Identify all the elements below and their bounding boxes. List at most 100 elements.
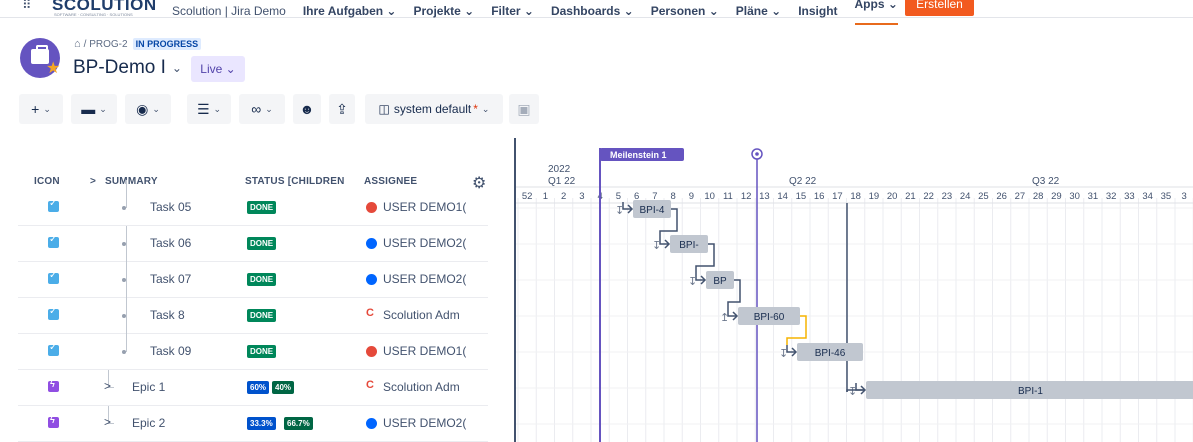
epic-type-icon bbox=[48, 415, 59, 428]
tree-line bbox=[126, 226, 127, 262]
page-title-text: BP-Demo I bbox=[73, 57, 166, 78]
home-icon[interactable]: ⌂ bbox=[74, 38, 81, 50]
summary-text[interactable]: Epic 2 bbox=[132, 416, 165, 430]
columns-icon: ◫ bbox=[378, 102, 390, 116]
progress-lozenge-done: 66.7% bbox=[284, 417, 313, 430]
today-marker-dot bbox=[755, 152, 759, 156]
week-label: 16 bbox=[814, 191, 825, 202]
gantt-bar-label: BPI- bbox=[679, 240, 698, 251]
column-header-summary[interactable]: SUMMARY bbox=[105, 176, 158, 187]
list-icon: ☰ bbox=[196, 100, 210, 117]
gantt-chart[interactable]: 2022Q1 22Q2 22Q3 22521234567891011121314… bbox=[514, 138, 1193, 442]
week-label: 8 bbox=[670, 191, 675, 202]
nav-item-insight[interactable]: Insight bbox=[798, 4, 837, 18]
folder-button[interactable]: ▬ ⌄ bbox=[71, 94, 117, 124]
table-row[interactable]: > Epic 1 60% 40% C Scolution Adm bbox=[18, 370, 488, 406]
tree-line bbox=[126, 334, 127, 352]
nav-item-people[interactable]: Personen ⌄ bbox=[651, 4, 719, 18]
nav-item-dashboards[interactable]: Dashboards ⌄ bbox=[551, 4, 634, 18]
assignee: USER DEMO1( bbox=[366, 200, 466, 214]
assignee-name: USER DEMO1( bbox=[383, 344, 466, 358]
status-lozenge: DONE bbox=[247, 309, 277, 322]
column-header-icon[interactable]: ICON bbox=[34, 176, 60, 187]
week-label: 34 bbox=[1142, 191, 1153, 202]
week-label: 52 bbox=[522, 191, 533, 202]
task-type-icon bbox=[48, 270, 59, 284]
link-button[interactable]: ∞ ⌄ bbox=[239, 94, 285, 124]
apps-grid-icon[interactable]: ⠿ bbox=[22, 0, 32, 11]
nav-item-site[interactable]: Scolution | Jira Demo bbox=[172, 4, 286, 18]
nav-item-projects[interactable]: Projekte ⌄ bbox=[413, 4, 474, 18]
chevron-right-icon[interactable]: > bbox=[104, 379, 111, 393]
create-button[interactable]: Erstellen bbox=[905, 0, 974, 16]
visibility-button[interactable]: ◉ ⌄ bbox=[125, 94, 171, 124]
gantt-bar-label: BPI-4 bbox=[639, 205, 664, 216]
summary-text[interactable]: Task 8 bbox=[150, 308, 185, 322]
nav-item-plans[interactable]: Pläne ⌄ bbox=[736, 4, 781, 18]
progress-lozenge-done: 40% bbox=[272, 381, 295, 394]
nav-item-my-tasks[interactable]: Ihre Aufgaben ⌄ bbox=[303, 4, 397, 18]
summary-text[interactable]: Task 07 bbox=[150, 272, 191, 286]
gantt-bar-label: BPI-46 bbox=[815, 348, 846, 359]
tree-node-dot bbox=[122, 242, 126, 246]
table-row[interactable]: Task 05 DONE USER DEMO1( bbox=[18, 180, 488, 226]
assignee-name: USER DEMO2( bbox=[383, 272, 466, 286]
assignee-name: USER DEMO2( bbox=[383, 416, 466, 430]
users-icon: ☻ bbox=[299, 101, 315, 117]
status-lozenge: DONE bbox=[247, 201, 277, 214]
chevron-down-icon: ⌄ bbox=[99, 103, 107, 114]
week-label: 19 bbox=[869, 191, 880, 202]
page-title[interactable]: BP-Demo I ⌄ bbox=[73, 57, 182, 79]
chevron-down-icon: ⌄ bbox=[171, 61, 182, 75]
week-label: 33 bbox=[1124, 191, 1135, 202]
table-row[interactable]: > Epic 2 33.3% 66.7% USER DEMO2( bbox=[18, 406, 488, 442]
milestone-label: Meilenstein 1 bbox=[610, 150, 667, 160]
team-button[interactable]: ☻ bbox=[293, 94, 321, 124]
chevron-right-icon[interactable]: > bbox=[104, 415, 111, 429]
week-label: 5 bbox=[616, 191, 621, 202]
nav-item-apps[interactable]: Apps ⌄ bbox=[854, 0, 898, 25]
column-header-status[interactable]: STATUS [CHILDREN bbox=[245, 176, 345, 187]
export-button[interactable]: ⇪ bbox=[329, 94, 355, 124]
summary-text[interactable]: Task 09 bbox=[150, 344, 191, 358]
tree-line bbox=[126, 262, 127, 298]
table-row[interactable]: Task 06 DONE USER DEMO2( bbox=[18, 226, 488, 262]
breadcrumb-key[interactable]: / PROG-2 bbox=[84, 39, 128, 50]
layout-button[interactable]: ☰ ⌄ bbox=[187, 94, 231, 124]
assignee-name: USER DEMO1( bbox=[383, 200, 466, 214]
save-button[interactable]: ▣ bbox=[509, 94, 539, 124]
table-row[interactable]: Task 8 DONE C Scolution Adm bbox=[18, 298, 488, 334]
week-label: 17 bbox=[832, 191, 843, 202]
live-mode-button[interactable]: Live ⌄ bbox=[191, 56, 245, 82]
week-label: 9 bbox=[689, 191, 694, 202]
week-label: 26 bbox=[996, 191, 1007, 202]
column-header-assignee[interactable]: ASSIGNEE bbox=[364, 176, 417, 187]
view-selector[interactable]: ◫ system default * ⌄ bbox=[365, 94, 503, 124]
week-label: 32 bbox=[1106, 191, 1117, 202]
progress-lozenge-todo: 33.3% bbox=[247, 417, 276, 430]
status-badge: IN PROGRESS bbox=[132, 38, 202, 50]
week-label: 2 bbox=[561, 191, 566, 202]
table-row[interactable]: Task 07 DONE USER DEMO2( bbox=[18, 262, 488, 298]
summary-text[interactable]: Task 05 bbox=[150, 200, 191, 214]
summary-text[interactable]: Task 06 bbox=[150, 236, 191, 250]
week-label: 13 bbox=[759, 191, 770, 202]
assignee: USER DEMO2( bbox=[366, 236, 466, 250]
table-row[interactable]: Task 09 DONE USER DEMO1( bbox=[18, 334, 488, 370]
week-label: 11 bbox=[723, 191, 733, 202]
week-label: 28 bbox=[1033, 191, 1044, 202]
tree-node-dot bbox=[122, 350, 126, 354]
status-lozenge: DONE bbox=[247, 273, 277, 286]
assignee: USER DEMO2( bbox=[366, 272, 466, 286]
add-button[interactable]: + ⌄ bbox=[19, 94, 63, 124]
week-label: 10 bbox=[704, 191, 715, 202]
chevron-down-icon: ⌄ bbox=[481, 103, 490, 114]
chevron-down-icon: ⌄ bbox=[152, 103, 160, 114]
logo[interactable]: SCOLUTION SOFTWARE · CONSULTING · SOLUTI… bbox=[52, 0, 157, 17]
summary-text[interactable]: Epic 1 bbox=[132, 380, 165, 394]
assignee: USER DEMO2( bbox=[366, 416, 466, 430]
chevron-down-icon: ⌄ bbox=[43, 103, 51, 114]
nav-item-filter[interactable]: Filter ⌄ bbox=[491, 4, 534, 18]
week-label: 21 bbox=[905, 191, 916, 202]
expand-all-chevron-icon[interactable]: > bbox=[90, 176, 96, 187]
